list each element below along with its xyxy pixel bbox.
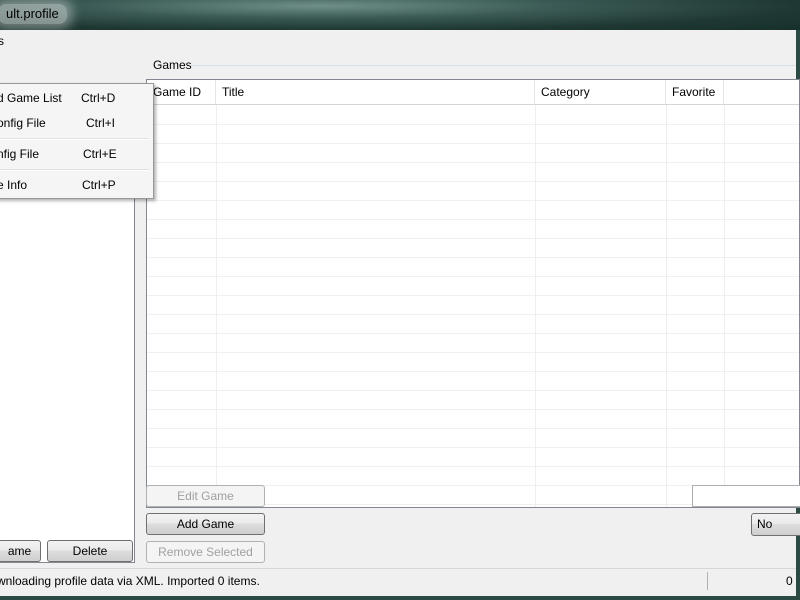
menu-item-label: nfig File — [0, 147, 40, 161]
add-game-button[interactable]: Add Game — [146, 513, 265, 535]
menu-item-export-config-file[interactable]: nfig File Ctrl+E — [0, 143, 153, 165]
grid-row-line — [147, 390, 799, 391]
menu-item-profile-info[interactable]: e Info Ctrl+P — [0, 174, 153, 196]
menu-item-shortcut: Ctrl+D — [81, 91, 116, 105]
menu-separator — [0, 169, 149, 171]
file-dropdown-menu: d Game List Ctrl+D onfig File Ctrl+I nfi… — [0, 83, 154, 199]
grid-row-line — [147, 409, 799, 410]
delete-button[interactable]: Delete — [47, 540, 133, 562]
main-window: s ame Delete Games Game ID Title Categor… — [0, 30, 800, 596]
favorite-filter-select[interactable]: No — [751, 513, 800, 536]
status-bar: wnloading profile data via XML. Imported… — [0, 568, 796, 593]
grid-row-line — [147, 333, 799, 334]
column-header-game-id[interactable]: Game ID — [147, 80, 216, 104]
grid-row-line — [147, 371, 799, 372]
grid-row-line — [147, 200, 799, 201]
grid-row-line — [147, 466, 799, 467]
grid-column-line — [666, 105, 667, 507]
menu-item-label: d Game List — [0, 91, 62, 105]
grid-row-line — [147, 314, 799, 315]
window-title: ult.profile — [0, 4, 67, 24]
status-separator — [707, 572, 708, 590]
menu-item-label: e Info — [0, 178, 28, 192]
grid-row-line — [147, 428, 799, 429]
grid-row-line — [147, 276, 799, 277]
grid-column-line — [724, 105, 725, 507]
grid-row-line — [147, 219, 799, 220]
status-message: wnloading profile data via XML. Imported… — [0, 574, 260, 588]
grid-row-line — [147, 295, 799, 296]
rename-button[interactable]: ame — [0, 540, 41, 562]
menu-separator — [0, 138, 149, 140]
grid-row-line — [147, 238, 799, 239]
title-bar: ult.profile — [0, 0, 800, 30]
grid-row-line — [147, 447, 799, 448]
column-header-category[interactable]: Category — [535, 80, 666, 104]
grid-row-line — [147, 181, 799, 182]
menu-item-load-game-list[interactable]: d Game List Ctrl+D — [0, 87, 153, 109]
menu-item-import-config-file[interactable]: onfig File Ctrl+I — [0, 112, 153, 134]
menu-bar: s — [0, 30, 796, 52]
grid-row-line — [147, 257, 799, 258]
table-header: Game ID Title Category Favorite — [147, 80, 799, 105]
menu-item-profile[interactable]: s — [0, 33, 4, 49]
profile-list[interactable] — [0, 170, 135, 563]
games-table[interactable]: Game ID Title Category Favorite — [146, 79, 800, 508]
grid-row-line — [147, 162, 799, 163]
group-divider — [190, 65, 796, 66]
edit-game-button[interactable]: Edit Game — [146, 485, 265, 507]
window-frame-bottom — [0, 596, 800, 600]
menu-item-shortcut: Ctrl+I — [86, 116, 116, 130]
column-header-title[interactable]: Title — [216, 80, 535, 104]
grid-row-line — [147, 143, 799, 144]
menu-item-shortcut: Ctrl+P — [82, 178, 116, 192]
search-input[interactable] — [692, 485, 800, 507]
grid-row-line — [147, 124, 799, 125]
grid-column-line — [535, 105, 536, 507]
grid-column-line — [216, 105, 217, 507]
table-body[interactable] — [147, 105, 799, 507]
remove-selected-button[interactable]: Remove Selected — [146, 541, 265, 563]
menu-item-shortcut: Ctrl+E — [83, 147, 117, 161]
games-group-label: Games — [153, 58, 192, 72]
column-header-favorite[interactable]: Favorite — [666, 80, 724, 104]
status-count: 0 — [786, 574, 793, 588]
grid-row-line — [147, 352, 799, 353]
menu-item-label: onfig File — [0, 116, 46, 130]
